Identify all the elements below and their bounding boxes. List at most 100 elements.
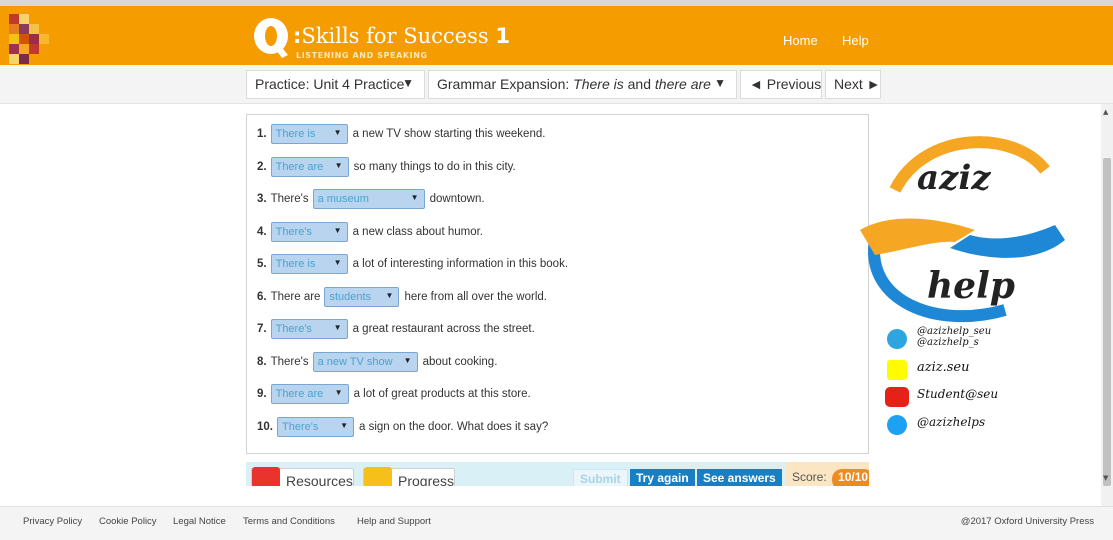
previous-button[interactable]: ◄ Previous: [740, 70, 822, 99]
question-prefix: There's: [270, 193, 309, 205]
selected-answer: There's: [275, 323, 312, 335]
dropdown-arrow-icon: ▼: [403, 355, 412, 365]
dropdown-arrow-icon: ▼: [385, 290, 394, 300]
selected-answer: students: [329, 290, 372, 303]
youtube-icon: [885, 387, 909, 407]
score-display: Score: 10/10: [786, 462, 869, 486]
dropdown-arrow-icon: ▼: [333, 258, 342, 267]
terms-link[interactable]: Terms and Conditions: [243, 516, 335, 527]
exercise-item: 6. There are students ▼ here from all over t…: [257, 286, 547, 308]
progress-button[interactable]: Progress: [363, 467, 455, 486]
selected-answer: There's: [282, 420, 319, 433]
submit-button[interactable]: Submit: [573, 469, 628, 486]
selected-answer: There are: [275, 388, 324, 400]
twitter-icon: [887, 415, 907, 435]
answer-dropdown[interactable]: There is ▼: [270, 254, 348, 274]
exercise-panel: 1. There is ▼ a new TV show starting this w…: [246, 114, 869, 454]
answer-dropdown[interactable]: There is ▼: [270, 124, 348, 144]
lesson-emphasis-2: there are: [654, 76, 711, 92]
practice-unit-label: Practice: Unit 4 Practice: [255, 76, 405, 92]
exercise-item: 10. There's ▼ a sign on the door. What does…: [257, 416, 548, 438]
trophy-icon: [364, 467, 392, 486]
telegram-handle: @azizhelp_seu @azizhelp_s: [855, 326, 1070, 351]
scrollbar-thumb[interactable]: [1103, 158, 1111, 486]
legal-notice-link[interactable]: Legal Notice: [173, 516, 226, 527]
question-number: 5.: [257, 258, 267, 270]
exercise-item: 7. There's ▼ a great restaurant across the …: [257, 318, 535, 340]
scroll-up-arrow-icon[interactable]: ▲: [1103, 108, 1108, 116]
selected-answer: a new TV show: [317, 355, 393, 368]
exercise-item: 8. There's a new TV show ▼ about cooking.: [257, 351, 497, 373]
brand-name: Skills for Success: [301, 24, 489, 48]
exercise-item: 1. There is ▼ a new TV show starting this w…: [257, 123, 545, 145]
help-link[interactable]: Help: [842, 33, 869, 48]
question-text: here from all over the world.: [404, 290, 547, 303]
lesson-emphasis-1: There is: [573, 76, 624, 92]
privacy-policy-link[interactable]: Privacy Policy: [23, 516, 82, 527]
lesson-prefix: Grammar Expansion:: [437, 76, 574, 92]
app-header: Q:Skills for Success 1 LISTENING AND SPE…: [0, 0, 1113, 65]
question-text: a lot of great products at this store.: [353, 388, 531, 400]
dropdown-arrow-icon: ▼: [334, 388, 343, 397]
question-text: a lot of interesting information in this…: [352, 258, 569, 270]
question-number: 2.: [257, 160, 267, 173]
page-footer: Privacy Policy Cookie Policy Legal Notic…: [0, 506, 1113, 540]
answer-dropdown[interactable]: a museum ▼: [312, 189, 425, 209]
resources-button[interactable]: Resources: [251, 467, 354, 486]
answer-dropdown[interactable]: a new TV show ▼: [312, 351, 418, 372]
selected-answer: There is: [275, 128, 316, 140]
answer-dropdown[interactable]: students ▼: [324, 286, 400, 307]
lesson-and: and: [623, 76, 655, 92]
page-scrollbar[interactable]: ▲ ▼: [1101, 104, 1113, 506]
lesson-dropdown[interactable]: Grammar Expansion: There is and there ar…: [428, 70, 737, 99]
dropdown-arrow-icon: ▼: [340, 420, 348, 430]
aziz-help-watermark: aziz help @azizhelp_seu @azizhelp_s aziz…: [855, 130, 1070, 445]
product-title: Q:Skills for Success 1: [293, 24, 510, 48]
dropdown-arrow-icon: ▼: [333, 323, 342, 332]
selected-answer: There are: [275, 160, 324, 173]
answer-dropdown[interactable]: There's ▼: [270, 221, 348, 242]
snapchat-handle: aziz.seu: [855, 358, 1070, 382]
selected-answer: a museum: [317, 193, 369, 205]
oxford-mosaic-logo: [9, 14, 49, 64]
selected-answer: There's: [275, 225, 312, 238]
caret-down-icon: ▼: [402, 76, 414, 90]
home-link[interactable]: Home: [783, 33, 818, 48]
copyright-notice: @2017 Oxford University Press: [960, 516, 1094, 527]
exercise-item: 5. There is ▼ a lot of interesting informat…: [257, 253, 568, 275]
question-prefix: There's: [270, 355, 309, 368]
score-badge: 10/10: [832, 469, 869, 486]
exercise-toolbar: Resources Progress Submit Try again See …: [246, 462, 869, 486]
question-number: 10.: [257, 420, 273, 433]
question-text: a new TV show starting this weekend.: [352, 128, 546, 140]
exercise-item: 9. There are ▼ a lot of great products at t…: [257, 383, 531, 405]
caret-down-icon: ▼: [714, 76, 726, 90]
help-support-link[interactable]: Help and Support: [357, 516, 431, 527]
question-number: 8.: [257, 355, 267, 368]
dropdown-arrow-icon: ▼: [333, 128, 342, 137]
cookie-policy-link[interactable]: Cookie Policy: [99, 516, 157, 527]
watermark-bottom-word: help: [927, 265, 1015, 307]
next-button[interactable]: Next ►: [825, 70, 881, 99]
see-answers-button[interactable]: See answers: [697, 469, 782, 486]
practice-unit-dropdown[interactable]: Practice: Unit 4 Practice ▼: [246, 70, 425, 99]
answer-dropdown[interactable]: There are ▼: [270, 384, 349, 404]
question-number: 3.: [257, 193, 267, 205]
question-number: 4.: [257, 225, 267, 238]
question-prefix: There are: [270, 290, 321, 303]
product-subtitle: LISTENING AND SPEAKING: [296, 51, 428, 60]
youtube-handle: Student@seu: [855, 385, 1070, 409]
try-again-button[interactable]: Try again: [630, 469, 695, 486]
answer-dropdown[interactable]: There's ▼: [277, 416, 354, 437]
snapchat-icon: [887, 360, 907, 380]
answer-dropdown[interactable]: There are ▼: [270, 156, 349, 177]
question-text: downtown.: [429, 193, 485, 205]
watermark-top-word: aziz: [917, 158, 991, 198]
question-text: a new class about humor.: [352, 225, 484, 238]
folder-icon: [252, 467, 280, 486]
brand-level: 1: [495, 24, 510, 48]
selected-answer: There is: [275, 258, 316, 270]
telegram-icon: [887, 329, 907, 349]
scroll-down-arrow-icon[interactable]: ▼: [1103, 474, 1108, 482]
answer-dropdown[interactable]: There's ▼: [270, 319, 348, 339]
